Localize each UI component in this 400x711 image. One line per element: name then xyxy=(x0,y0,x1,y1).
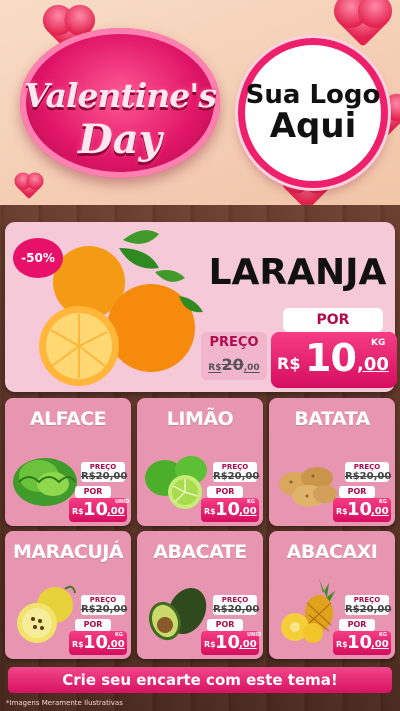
logo-text-line2: Aqui xyxy=(269,105,357,146)
por-label: POR xyxy=(75,619,111,631)
heart-icon xyxy=(338,0,388,48)
featured-product-name: LARANJA xyxy=(208,252,387,293)
product-name: ABACAXI xyxy=(286,541,378,563)
logo-placeholder[interactable]: Sua Logo Aqui xyxy=(238,38,388,188)
old-price-tag: PREÇO R$20,00 xyxy=(345,595,392,615)
heart-icon xyxy=(16,174,42,200)
valentines-day-badge: Valentine's Day xyxy=(20,28,220,178)
old-price-tag: PREÇO R$20,00 xyxy=(345,462,392,482)
sale-price: R$ 10,00 KG xyxy=(69,631,127,655)
preco-label: PREÇO xyxy=(209,335,259,350)
sale-price: R$ 10,00 UNID xyxy=(69,498,129,522)
old-price-tag: PREÇO R$20,00 xyxy=(81,462,128,482)
por-label: POR xyxy=(207,619,243,631)
product-card-abacaxi[interactable]: ABACAXI PREÇO R$20,00 POR R$ 10,00 KG xyxy=(269,531,395,659)
sale-price: R$ 10,00 KG xyxy=(201,498,259,522)
day-title: Day xyxy=(78,116,162,163)
product-name: ALFACE xyxy=(29,408,107,430)
old-price-tag: PREÇO R$20,00 xyxy=(81,595,128,615)
valentines-title: Valentine's xyxy=(24,76,217,115)
por-label: POR xyxy=(207,486,243,498)
price-decimal: ,00 xyxy=(357,354,389,375)
sale-price-tag: POR R$ 10 ,00 KG xyxy=(271,308,397,388)
por-label: POR xyxy=(283,308,383,332)
sale-price: R$ 10,00 KG xyxy=(333,498,391,522)
product-name: MARACUJÁ xyxy=(12,541,124,563)
currency: R$ xyxy=(277,354,301,373)
product-name: LIMÃO xyxy=(166,408,234,430)
disclaimer-text: *Imagens Meramente Ilustrativas xyxy=(6,699,123,707)
old-price-tag: PREÇO R$20,00 xyxy=(213,595,260,615)
sale-price: R$ 10,00 KG xyxy=(333,631,391,655)
sale-price: R$ 10 ,00 KG xyxy=(271,332,397,388)
sale-price: R$ 10,00 UNID xyxy=(201,631,261,655)
product-card-maracuja[interactable]: MARACUJÁ PREÇO R$20,00 POR R$ 10,00 KG xyxy=(5,531,131,659)
product-card-limao[interactable]: LIMÃO PREÇO R$20,00 POR R$ 10,00 KG xyxy=(137,398,263,526)
product-name: ABACATE xyxy=(153,541,247,563)
por-label: POR xyxy=(339,486,375,498)
product-name: BATATA xyxy=(294,408,370,430)
old-price: R$20,00 xyxy=(208,355,260,374)
por-label: POR xyxy=(75,486,111,498)
product-card-alface[interactable]: ALFACE PREÇO R$20,00 POR R$ 10,00 UNID xyxy=(5,398,131,526)
old-price-tag: PREÇO R$20,00 xyxy=(201,332,267,380)
price-unit: KG xyxy=(371,338,386,348)
product-card-batata[interactable]: BATATA PREÇO R$20,00 POR R$ 10,00 KG xyxy=(269,398,395,526)
header-banner: Valentine's Day Sua Logo Aqui xyxy=(0,0,400,205)
por-label: POR xyxy=(339,619,375,631)
create-flyer-button[interactable]: Crie seu encarte com este tema! xyxy=(8,667,392,693)
featured-product-card[interactable]: -50% LARANJA PREÇO R$20,00 POR R$ 10 ,00… xyxy=(5,222,397,392)
product-card-abacate[interactable]: ABACATE PREÇO R$20,00 POR R$ 10,00 UNID xyxy=(137,531,263,659)
logo-text-line1: Sua Logo xyxy=(245,79,381,110)
discount-badge: -50% xyxy=(13,238,63,278)
old-price-tag: PREÇO R$20,00 xyxy=(213,462,260,482)
price-integer: 10 xyxy=(305,336,357,380)
